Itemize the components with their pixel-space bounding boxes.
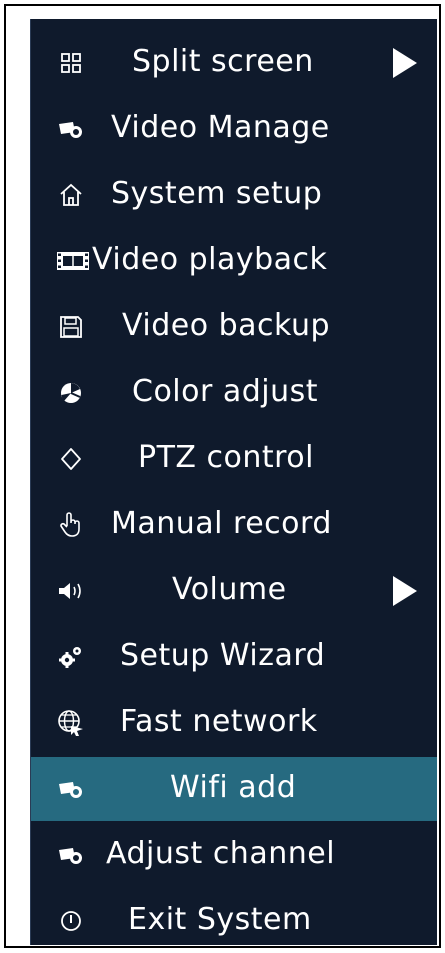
menu-item-label: Split screen [132,44,314,80]
palette-icon [56,378,86,408]
submenu-arrow-icon [393,576,417,606]
menu-item-video-playback[interactable]: Video playback [31,229,437,293]
menu-item-label: Video Manage [111,110,330,146]
ptz-icon [56,444,86,474]
menu-item-manual-record[interactable]: Manual record [31,493,437,557]
split-screen-icon [56,48,86,78]
menu-item-label: System setup [111,176,323,212]
menu-item-label: Volume [172,572,287,608]
globe-icon [56,708,86,738]
menu-item-label: Wifi add [170,770,297,806]
home-icon [56,180,86,210]
menu-item-wifi-add[interactable]: Wifi add [31,757,437,821]
hand-pointer-icon [56,510,86,540]
menu-item-label: Color adjust [132,374,319,410]
gears-icon [56,642,86,672]
menu-item-label: Adjust channel [106,836,336,872]
camera-icon [56,114,86,144]
menu-item-ptz-control[interactable]: PTZ control [31,427,437,491]
menu-item-label: Manual record [111,506,332,542]
menu-item-label: Exit System [128,902,312,938]
menu-item-label: Fast network [120,704,318,740]
menu-item-fast-network[interactable]: Fast network [31,691,437,755]
main-context-menu: Split screen Video Manage System setup V… [30,19,437,945]
menu-item-volume[interactable]: Volume [31,559,437,623]
camera-icon [56,774,86,804]
power-icon [56,906,86,936]
menu-item-exit-system[interactable]: Exit System [31,889,437,953]
menu-item-system-setup[interactable]: System setup [31,163,437,227]
menu-item-split-screen[interactable]: Split screen [31,31,437,95]
speaker-icon [56,576,86,606]
menu-item-color-adjust[interactable]: Color adjust [31,361,437,425]
menu-item-video-backup[interactable]: Video backup [31,295,437,359]
menu-item-setup-wizard[interactable]: Setup Wizard [31,625,437,689]
camera-icon [56,840,86,870]
menu-item-label: Video backup [122,308,331,344]
submenu-arrow-icon [393,48,417,78]
menu-item-label: Video playback [92,242,328,278]
floppy-disk-icon [56,312,86,342]
menu-item-adjust-channel[interactable]: Adjust channel [31,823,437,887]
menu-item-label: Setup Wizard [120,638,326,674]
film-icon [56,246,90,276]
menu-item-video-manage[interactable]: Video Manage [31,97,437,161]
menu-item-label: PTZ control [138,440,314,476]
